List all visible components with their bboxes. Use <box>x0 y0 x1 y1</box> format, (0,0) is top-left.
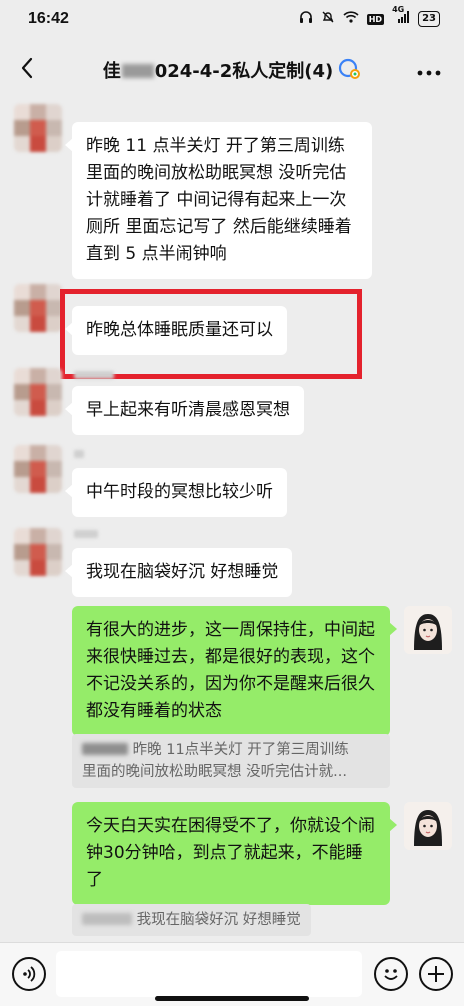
sender-avatar[interactable] <box>14 445 62 493</box>
self-avatar[interactable] <box>404 606 452 654</box>
message-bubble[interactable]: 我现在脑袋好沉 好想睡觉 <box>64 548 293 597</box>
sender-name <box>74 530 98 538</box>
chat-title: 佳 024-4-2私人定制(4) <box>0 57 464 85</box>
sender-avatar[interactable] <box>14 104 62 152</box>
voice-icon <box>23 966 36 982</box>
quote-text: 我现在脑袋好沉 好想睡觉 <box>136 912 301 928</box>
voice-input-button[interactable] <box>12 957 46 991</box>
sender-avatar[interactable] <box>14 284 62 332</box>
message-text: 中午时段的冥想比较少听 <box>86 482 273 502</box>
quoted-message[interactable]: 昨晚 11点半关灯 开了第三周训练 里面的晚间放松助眠冥想 没听完估计就... <box>72 734 390 788</box>
message-bubble[interactable]: 中午时段的冥想比较少听 <box>65 468 287 517</box>
quote-line: 昨晚 11点半关灯 开了第三周训练 <box>82 739 380 761</box>
message-input[interactable] <box>56 951 362 997</box>
mute-bell-icon <box>321 10 335 28</box>
headphones-icon <box>299 10 313 28</box>
quote-text: 昨晚 11点半关灯 开了第三周训练 <box>132 742 349 758</box>
sender-avatar[interactable] <box>14 528 62 576</box>
message-text: 有很大的进步，这一周保持住，中间起来很快睡过去，都是很好的表现，这个不记没关系的… <box>86 620 375 721</box>
message-bubble[interactable]: 早上起来有听清晨感恩冥想 <box>65 386 304 435</box>
home-indicator[interactable] <box>155 996 309 1001</box>
chat-header: 佳 024-4-2私人定制(4) <box>0 40 464 100</box>
group-enterprise-icon <box>337 58 361 85</box>
emoji-icon <box>384 969 398 980</box>
quote-line: 里面的晚间放松助眠冥想 没听完估计就... <box>82 764 347 780</box>
self-avatar[interactable] <box>404 802 452 850</box>
message-text: 我现在脑袋好沉 好想睡觉 <box>86 562 279 582</box>
message-text: 今天白天实在困得受不了，你就设个闹钟30分钟哈，到点了就起来，不能睡了 <box>86 816 375 890</box>
chat-title-suffix: 024-4-2私人定制(4) <box>154 61 334 82</box>
network-label: 4G <box>392 5 405 14</box>
signal-icon: 4G <box>392 5 410 27</box>
redacted-quote-sender <box>82 743 128 755</box>
sender-name <box>74 450 84 458</box>
wifi-icon <box>343 11 359 27</box>
sender-avatar[interactable] <box>14 368 62 416</box>
message-bubble-self[interactable]: 有很大的进步，这一周保持住，中间起来很快睡过去，都是很好的表现，这个不记没关系的… <box>72 606 397 736</box>
status-icons: HD 4G 23 <box>299 5 440 28</box>
user-portrait-icon <box>404 606 452 654</box>
user-portrait-icon <box>404 802 452 850</box>
battery-indicator: 23 <box>418 11 440 27</box>
message-bubble[interactable]: 昨晚 11 点半关灯 开了第三周训练里面的晚间放松助眠冥想 没听完估计就睡着了 … <box>65 122 372 279</box>
highlight-annotation-box <box>60 289 362 379</box>
quoted-message[interactable]: 我现在脑袋好沉 好想睡觉 <box>72 904 311 936</box>
hd-badge: HD <box>366 13 385 25</box>
emoji-button[interactable] <box>374 957 408 991</box>
message-text: 昨晚 11 点半关灯 开了第三周训练里面的晚间放松助眠冥想 没听完估计就睡着了 … <box>86 136 352 264</box>
message-bubble-self[interactable]: 今天白天实在困得受不了，你就设个闹钟30分钟哈，到点了就起来，不能睡了 <box>72 802 397 905</box>
more-options-button[interactable] <box>416 58 442 83</box>
status-time: 16:42 <box>28 10 69 27</box>
sender-name <box>74 371 114 379</box>
redacted-title-part <box>121 64 154 78</box>
chat-title-prefix: 佳 <box>102 61 121 82</box>
status-bar: 16:42 HD 4G 23 <box>0 0 464 40</box>
redacted-quote-sender <box>82 913 132 925</box>
more-dots-icon <box>417 70 441 76</box>
more-functions-button[interactable] <box>419 957 453 991</box>
plus-icon <box>428 966 444 982</box>
message-text: 早上起来有听清晨感恩冥想 <box>86 400 290 420</box>
